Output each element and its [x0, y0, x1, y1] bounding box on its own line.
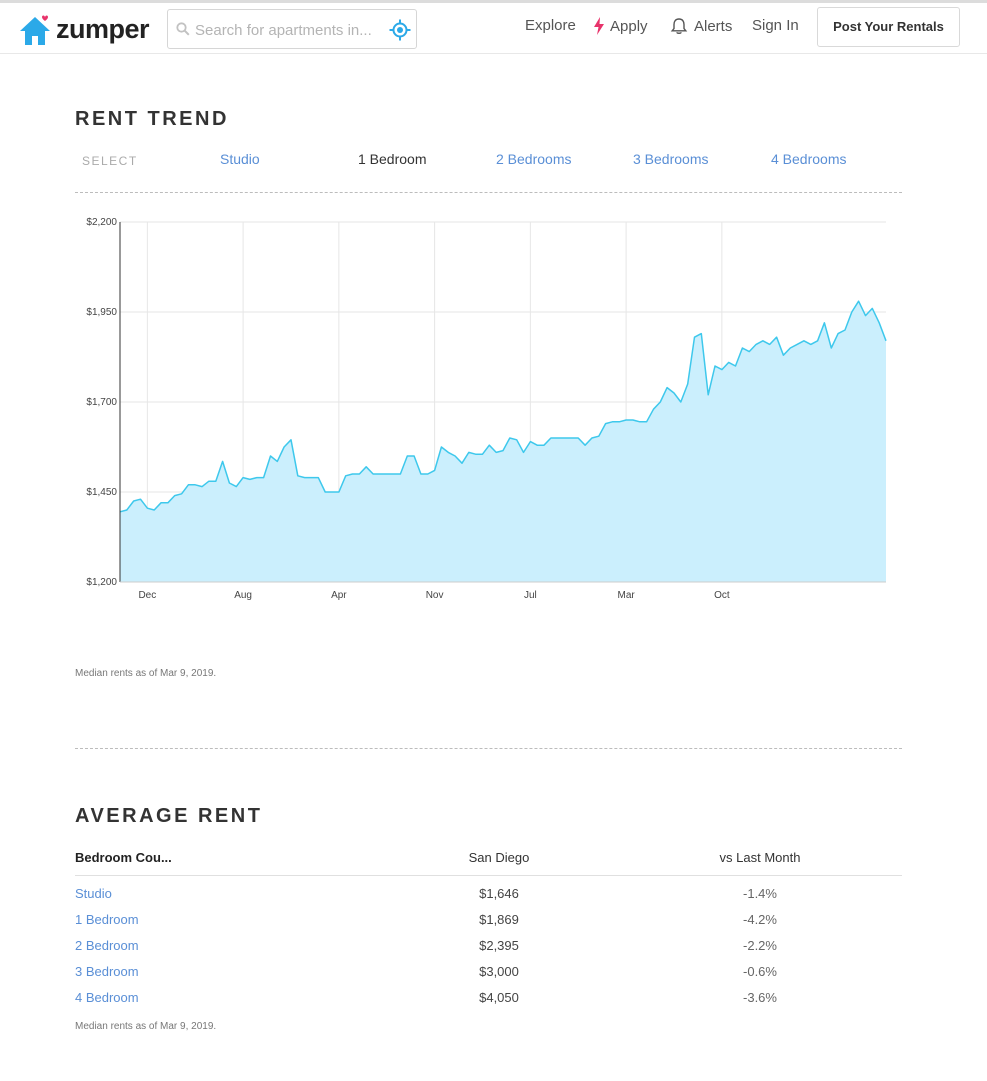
divider: [75, 192, 902, 193]
search-box[interactable]: [167, 9, 417, 49]
site-header: zumper Explore Apply Alerts Si: [0, 3, 987, 54]
rent-value: $4,050: [479, 990, 519, 1005]
change-value: -3.6%: [743, 990, 777, 1005]
change-value: -2.2%: [743, 938, 777, 953]
average-rent-note: Median rents as of Mar 9, 2019.: [75, 1021, 217, 1032]
nav-alerts-label: Alerts: [694, 17, 733, 35]
y-tick-label: $2,200: [86, 217, 117, 228]
tab-studio[interactable]: Studio: [220, 151, 260, 167]
nav-apply[interactable]: Apply: [594, 17, 648, 35]
nav-sign-in[interactable]: Sign In: [752, 17, 799, 34]
change-value: -4.2%: [743, 912, 777, 927]
tab-3-bedrooms[interactable]: 3 Bedrooms: [633, 151, 708, 167]
x-tick-label: Jul: [524, 590, 537, 601]
bedroom-link[interactable]: Studio: [75, 886, 112, 901]
rent-trend-title: RENT TREND: [75, 108, 229, 130]
search-input[interactable]: [195, 18, 385, 42]
y-tick-label: $1,950: [86, 307, 117, 318]
bell-icon: [670, 18, 688, 34]
x-tick-label: Nov: [426, 590, 444, 601]
logo[interactable]: zumper: [18, 11, 150, 47]
tab-1-bedroom[interactable]: 1 Bedroom: [358, 151, 426, 167]
change-value: -1.4%: [743, 886, 777, 901]
house-heart-icon: [20, 15, 50, 45]
average-rent-title: AVERAGE RENT: [75, 805, 263, 827]
y-tick-label: $1,200: [86, 577, 117, 588]
column-header-bedroom[interactable]: Bedroom Cou...: [75, 850, 172, 865]
bedroom-link[interactable]: 3 Bedroom: [75, 964, 139, 979]
bedroom-link[interactable]: 1 Bedroom: [75, 912, 139, 927]
x-tick-label: Dec: [138, 590, 156, 601]
x-tick-label: Oct: [714, 590, 730, 601]
nav-alerts[interactable]: Alerts: [670, 17, 732, 35]
lightning-icon: [594, 17, 604, 35]
y-tick-label: $1,700: [86, 397, 117, 408]
post-rentals-button[interactable]: Post Your Rentals: [817, 7, 960, 47]
bedroom-link[interactable]: 2 Bedroom: [75, 938, 139, 953]
y-tick-label: $1,450: [86, 487, 117, 498]
x-tick-label: Mar: [617, 590, 635, 601]
brand-name: zumper: [56, 13, 150, 44]
nav-sign-in-label: Sign In: [752, 17, 799, 34]
select-label: SELECT: [82, 154, 138, 168]
tab-4-bedrooms[interactable]: 4 Bedrooms: [771, 151, 846, 167]
divider: [75, 748, 902, 749]
search-icon: [176, 22, 190, 36]
change-value: -0.6%: [743, 964, 777, 979]
nav-apply-label: Apply: [610, 17, 648, 35]
column-header-city[interactable]: San Diego: [439, 850, 559, 865]
column-header-change[interactable]: vs Last Month: [700, 850, 820, 865]
x-tick-label: Aug: [234, 590, 252, 601]
rent-value: $1,869: [479, 912, 519, 927]
rent-value: $3,000: [479, 964, 519, 979]
rent-value: $1,646: [479, 886, 519, 901]
nav-explore-label: Explore: [525, 17, 576, 34]
x-tick-label: Apr: [331, 590, 347, 601]
rent-trend-chart[interactable]: $1,200 $1,450 $1,700 $1,950 $2,200 Dec Aug Apr N…: [70, 210, 900, 610]
rent-value: $2,395: [479, 938, 519, 953]
bedroom-link[interactable]: 4 Bedroom: [75, 990, 139, 1005]
current-location-icon[interactable]: [389, 19, 411, 41]
tab-2-bedrooms[interactable]: 2 Bedrooms: [496, 151, 571, 167]
rent-trend-note: Median rents as of Mar 9, 2019.: [75, 668, 217, 679]
nav-explore[interactable]: Explore: [525, 17, 576, 34]
table-header-rule: [75, 875, 902, 876]
